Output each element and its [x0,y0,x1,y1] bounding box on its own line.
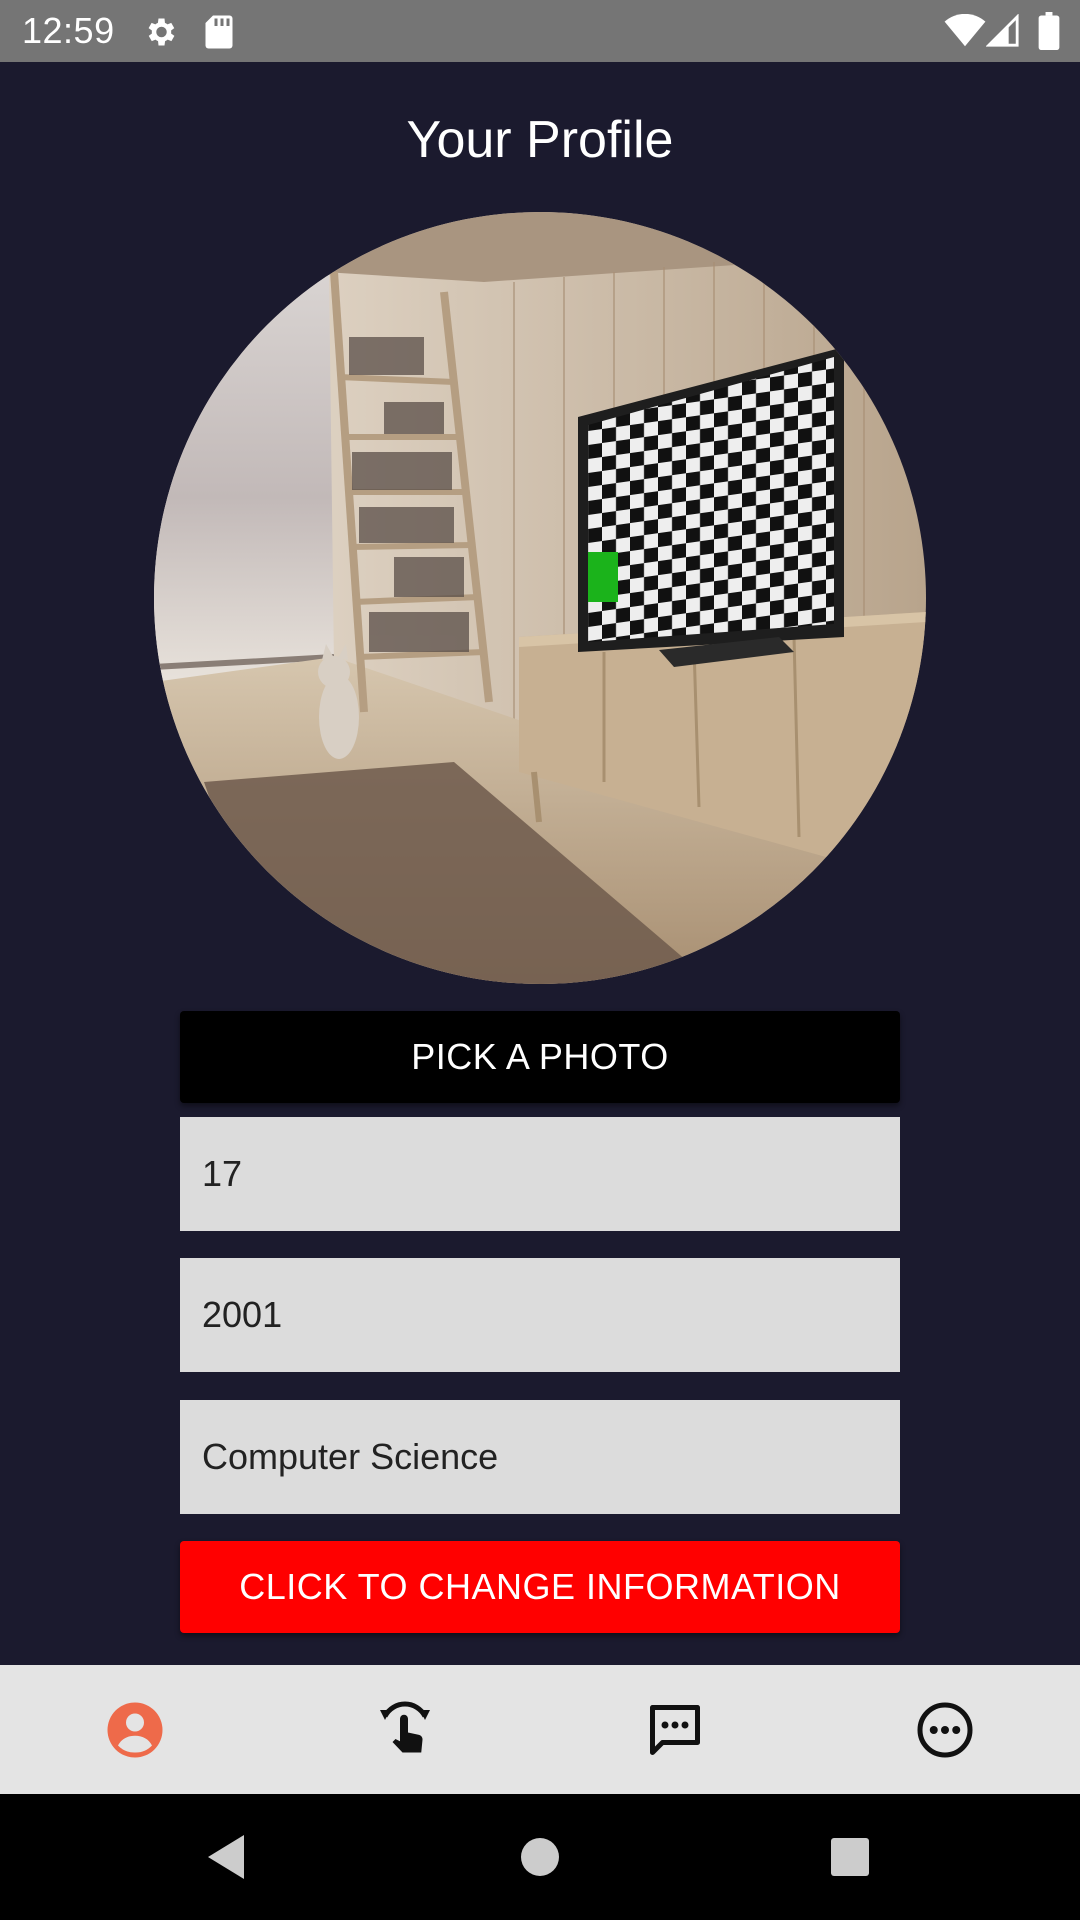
profile-icon [107,1702,163,1757]
home-circle-icon [521,1838,559,1876]
nav-recents-button[interactable] [770,1794,930,1920]
profile-photo [154,212,926,984]
tab-touch[interactable] [270,1665,540,1794]
pick-photo-button[interactable]: PICK A PHOTO [180,1011,900,1103]
battery-icon [1038,12,1060,50]
page-title: Your Profile [406,111,674,169]
nav-home-button[interactable] [460,1794,620,1920]
recents-square-icon [831,1838,869,1876]
nav-back-button[interactable] [146,1794,306,1920]
tab-more[interactable] [810,1665,1080,1794]
gear-icon [148,18,175,46]
change-information-button[interactable]: CLICK TO CHANGE INFORMATION [180,1541,900,1633]
year-field[interactable] [180,1258,900,1372]
system-nav-bar [0,1794,1080,1920]
signal-icon [986,14,1019,47]
touch-swipe-icon [380,1701,430,1752]
profile-screen: Your Profile PICK A PHOTO 17 2001 Comput… [0,62,1080,1665]
wifi-icon [944,14,986,47]
sd-card-icon [205,15,233,49]
tab-profile[interactable] [0,1665,270,1794]
major-field[interactable] [180,1400,900,1514]
chat-icon [650,1704,700,1755]
age-field[interactable] [180,1117,900,1231]
back-triangle-icon [208,1835,244,1879]
status-time: 12:59 [22,10,115,51]
status-bar: 12:59 [0,0,1080,62]
tab-messages[interactable] [540,1665,810,1794]
bottom-tab-bar [0,1665,1080,1794]
more-icon [917,1702,973,1757]
